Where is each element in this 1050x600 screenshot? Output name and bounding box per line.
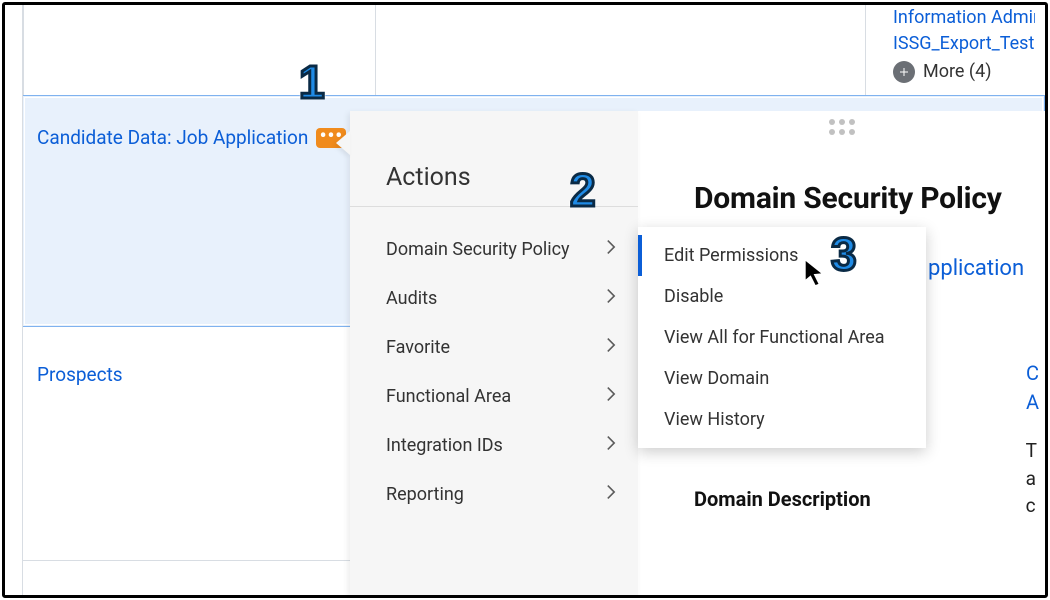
actions-item-domain-security-policy[interactable]: Domain Security Policy: [350, 225, 638, 274]
security-group-link[interactable]: Information Administra: [893, 5, 1035, 31]
screenshot-frame: Information Administra ISSG_Export_Test …: [2, 2, 1048, 598]
domain-link[interactable]: Prospects: [37, 363, 123, 386]
chevron-right-icon: [606, 239, 616, 260]
grid-line: [23, 5, 24, 95]
more-label: More (4): [923, 59, 991, 85]
chevron-right-icon: [606, 386, 616, 407]
callout-1: 1: [299, 55, 325, 109]
actions-item-label: Reporting: [386, 484, 464, 505]
cursor-icon: [801, 257, 831, 295]
detail-title: Domain Security Policy: [694, 181, 1035, 216]
more-button[interactable]: More (4): [893, 59, 1035, 85]
chevron-right-icon: [606, 337, 616, 358]
actions-item-label: Functional Area: [386, 386, 511, 407]
content-root: Information Administra ISSG_Export_Test …: [5, 5, 1045, 595]
actions-item-label: Integration IDs: [386, 435, 503, 456]
submenu-domain-security-policy: Edit Permissions Disable View All for Fu…: [638, 227, 926, 448]
actions-item-label: Favorite: [386, 337, 450, 358]
chevron-right-icon: [606, 288, 616, 309]
submenu-item-view-domain[interactable]: View Domain: [638, 358, 926, 399]
field-label-domain-description: Domain Description: [694, 487, 871, 511]
actions-item-favorite[interactable]: Favorite: [350, 323, 638, 372]
grid-line: [375, 5, 376, 95]
detail-object-link[interactable]: pplication: [928, 256, 1024, 281]
domain-link-label: Candidate Data: Job Application: [37, 126, 308, 149]
actions-item-functional-area[interactable]: Functional Area: [350, 372, 638, 421]
grid-line: [5, 5, 23, 595]
callout-2: 2: [570, 163, 596, 217]
drag-handle-icon[interactable]: [829, 119, 855, 135]
submenu-item-disable[interactable]: Disable: [638, 276, 926, 317]
submenu-item-view-all-functional-area[interactable]: View All for Functional Area: [638, 317, 926, 358]
actions-item-reporting[interactable]: Reporting: [350, 470, 638, 519]
actions-item-integration-ids[interactable]: Integration IDs: [350, 421, 638, 470]
chevron-right-icon: [606, 435, 616, 456]
plus-circle-icon: [893, 61, 915, 83]
security-groups-cell: Information Administra ISSG_Export_Test …: [869, 5, 1045, 95]
chevron-right-icon: [606, 484, 616, 505]
callout-3: 3: [831, 227, 857, 281]
security-group-link[interactable]: ISSG_Export_Test: [893, 31, 1035, 57]
submenu-item-edit-permissions[interactable]: Edit Permissions: [638, 235, 926, 276]
actions-item-label: Domain Security Policy: [386, 239, 570, 260]
field-value-cutoff: T a c: [1026, 437, 1037, 520]
grid-line: [865, 5, 866, 95]
submenu-item-view-history[interactable]: View History: [638, 399, 926, 440]
domain-link[interactable]: Candidate Data: Job Application •••: [37, 126, 346, 149]
actions-item-audits[interactable]: Audits: [350, 274, 638, 323]
actions-item-label: Audits: [386, 288, 437, 309]
field-value-cutoff: C A: [1026, 359, 1039, 417]
